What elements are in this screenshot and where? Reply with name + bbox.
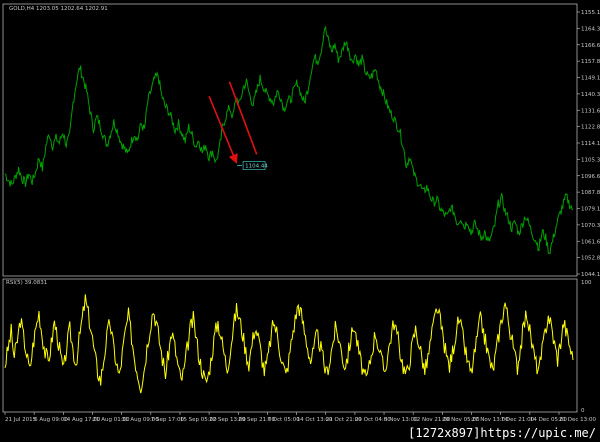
- price-panel-frame: [2, 3, 578, 277]
- chart-svg: GOLD,H4 1203.05 1202.64 1202.91 1155.10 11…: [2, 3, 600, 423]
- price-y-tick-label: 1079.10: [581, 207, 600, 213]
- price-series-line: [4, 25, 574, 255]
- rsi-y-top-label: 100: [581, 280, 592, 286]
- price-y-tick-label: 1166.60: [581, 43, 600, 49]
- rsi-y-bottom-label: 0: [581, 408, 585, 414]
- price-y-tick-label: 1122.85: [581, 125, 600, 131]
- x-tick-label: 21 Jul 2015: [5, 417, 37, 423]
- trend-arrow: [228, 81, 258, 155]
- price-y-tick-label: 1114.10: [581, 141, 600, 147]
- price-y-tick-label: 1044.10: [581, 272, 600, 278]
- price-y-tick-label: 1070.35: [581, 223, 600, 229]
- watermark-text: [1272x897]https://upic.me/: [408, 426, 596, 440]
- price-y-tick-label: 1061.60: [581, 239, 600, 245]
- price-y-tick-label: 1105.35: [581, 157, 600, 163]
- price-y-tick-label: 1140.35: [581, 92, 600, 98]
- price-y-tick-label: 1164.35: [581, 26, 600, 32]
- price-y-tick-label: 1052.85: [581, 256, 600, 262]
- price-annotation-label: 1104.44: [245, 164, 268, 170]
- price-y-tick-label: 1149.10: [581, 76, 600, 82]
- price-y-tick-label: 1096.60: [581, 174, 600, 180]
- price-header-label: GOLD,H4 1203.05 1202.64 1202.91: [9, 6, 108, 12]
- x-tick-label: 7 Oct 05:00: [267, 417, 300, 423]
- rsi-series-line: [4, 294, 574, 394]
- price-y-tick-label: 1087.85: [581, 190, 600, 196]
- rsi-panel-frame: [2, 278, 578, 413]
- x-tick-label: 21 Dec 13:00: [559, 417, 596, 423]
- rsi-title: RSI(5) 39.0831: [6, 280, 47, 286]
- price-y-tick-label: 1155.10: [581, 10, 600, 16]
- price-y-tick-label: 1131.60: [581, 108, 600, 114]
- price-y-tick-label: 1157.85: [581, 59, 600, 65]
